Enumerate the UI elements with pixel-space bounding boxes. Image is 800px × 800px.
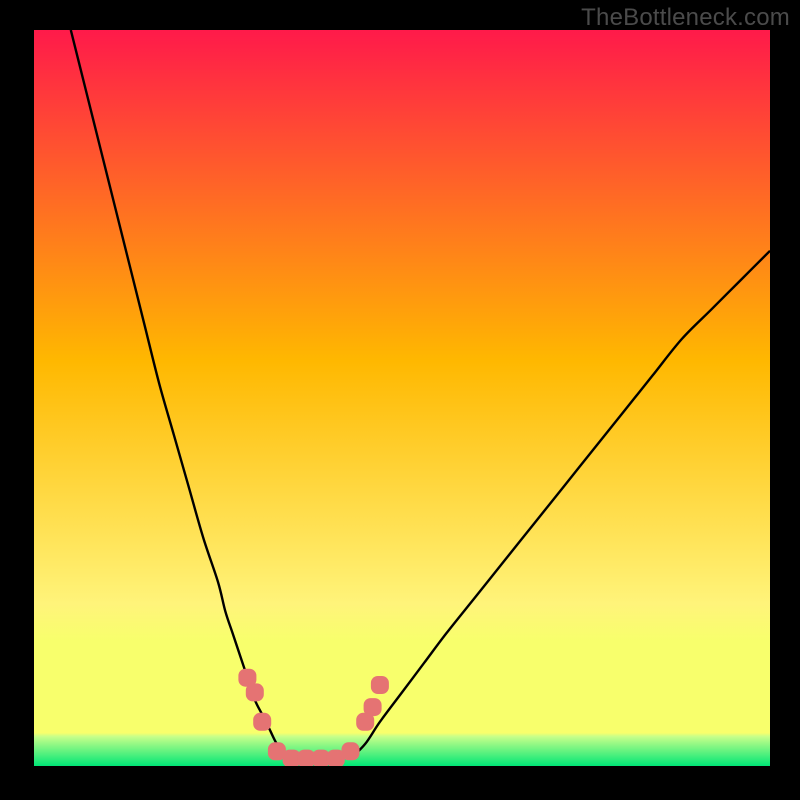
highlight-point	[364, 698, 382, 716]
gradient-background	[34, 30, 770, 766]
watermark-text: TheBottleneck.com	[581, 4, 790, 32]
highlight-point	[371, 676, 389, 694]
highlight-point	[246, 683, 264, 701]
highlight-point	[253, 713, 271, 731]
bottleneck-chart	[34, 30, 770, 766]
chart-frame: TheBottleneck.com	[0, 0, 800, 800]
plot-area	[34, 30, 770, 766]
highlight-point	[342, 742, 360, 760]
